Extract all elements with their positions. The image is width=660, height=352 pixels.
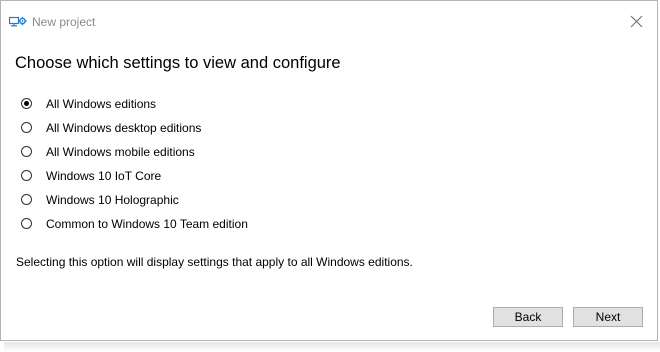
dialog-window: New project Choose which settings to vie… <box>0 0 658 341</box>
radio-button[interactable] <box>21 170 32 181</box>
radio-label: All Windows editions <box>46 97 157 111</box>
window-shadow <box>4 342 660 352</box>
option-description: Selecting this option will display setti… <box>16 255 413 269</box>
radio-button[interactable] <box>21 146 32 157</box>
page-title: Choose which settings to view and config… <box>15 54 341 72</box>
radio-windows-10-team-edition[interactable]: Common to Windows 10 Team edition <box>21 214 421 234</box>
radio-windows-10-iot-core[interactable]: Windows 10 IoT Core <box>21 166 421 186</box>
radio-button[interactable] <box>21 122 32 133</box>
back-button[interactable]: Back <box>493 307 563 327</box>
radio-button[interactable] <box>21 194 32 205</box>
close-icon[interactable] <box>630 15 643 28</box>
radio-all-windows-editions[interactable]: All Windows editions <box>21 94 421 114</box>
next-button[interactable]: Next <box>573 307 643 327</box>
project-settings-icon <box>8 14 27 27</box>
radio-windows-10-holographic[interactable]: Windows 10 Holographic <box>21 190 421 210</box>
radio-all-windows-mobile-editions[interactable]: All Windows mobile editions <box>21 142 421 162</box>
radio-label: All Windows desktop editions <box>46 121 202 135</box>
radio-label: Windows 10 IoT Core <box>46 169 162 183</box>
radio-all-windows-desktop-editions[interactable]: All Windows desktop editions <box>21 118 421 138</box>
radio-label: All Windows mobile editions <box>46 145 195 159</box>
radio-button-selected[interactable] <box>21 98 32 109</box>
title-bar: New project <box>1 1 657 33</box>
radio-label: Common to Windows 10 Team edition <box>46 217 248 231</box>
radio-label: Windows 10 Holographic <box>46 193 179 207</box>
window-title: New project <box>32 15 96 29</box>
radio-button[interactable] <box>21 218 32 229</box>
